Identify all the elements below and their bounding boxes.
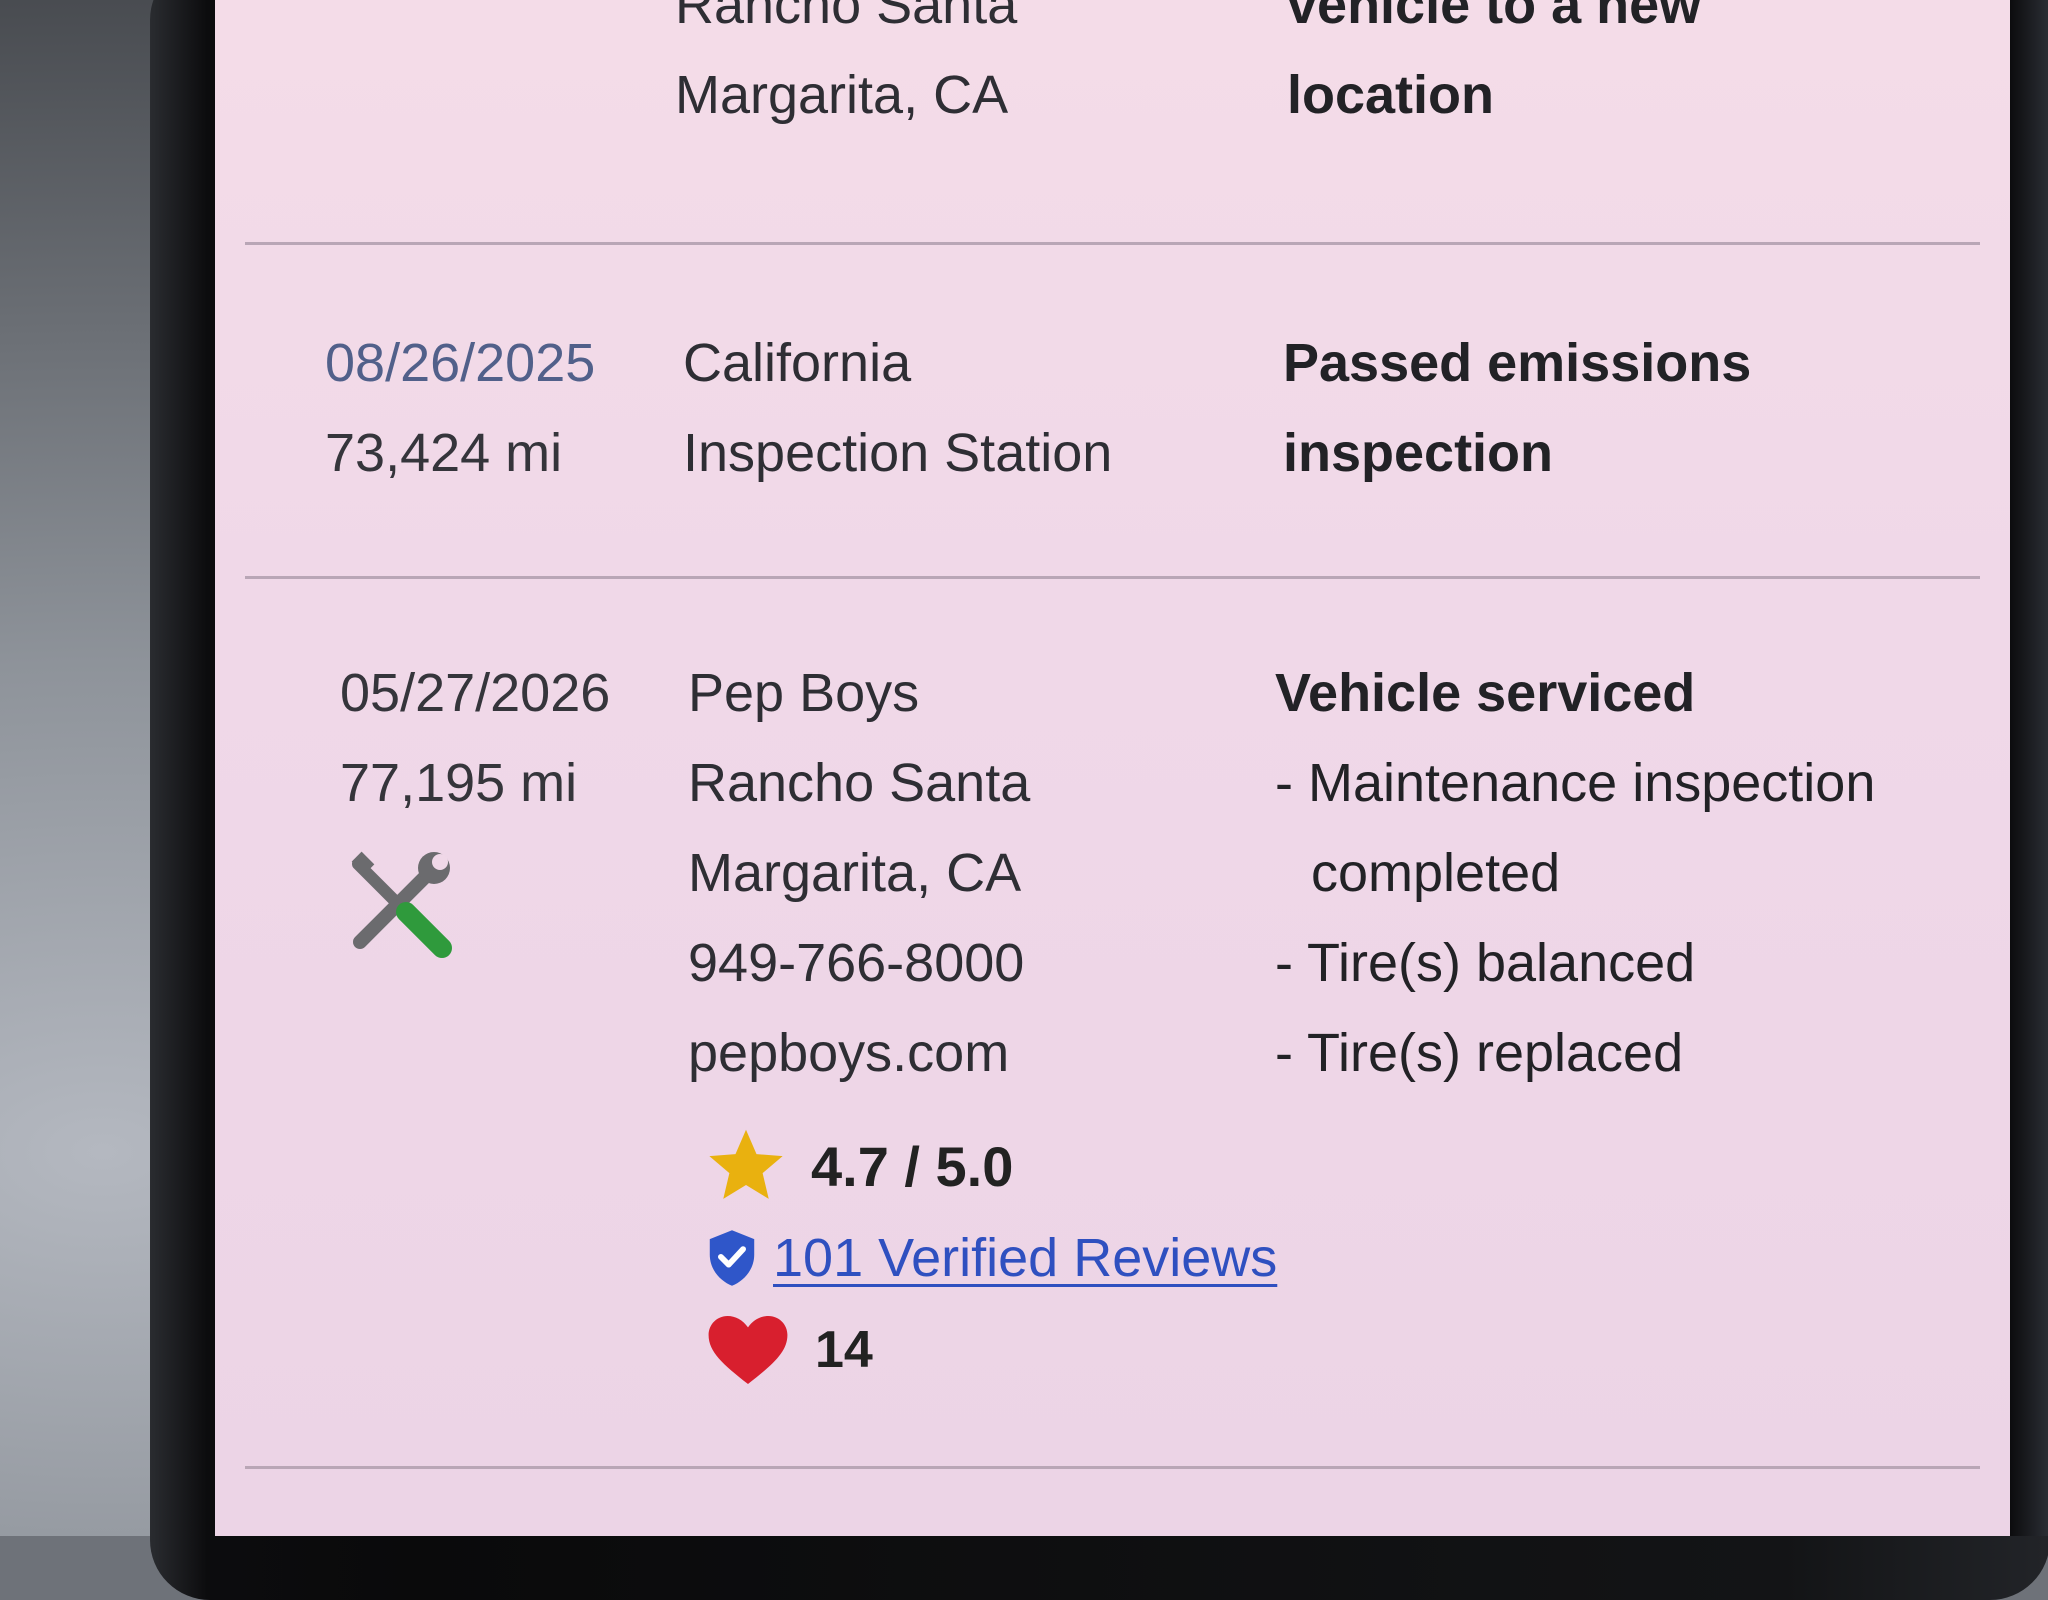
favorites-row[interactable]: 14 [705,1304,1277,1396]
source-line: Margarita, CA [675,65,1009,125]
record-divider [245,576,1980,579]
record-date: 08/26/2025 [325,333,596,393]
rating-row: 4.7 / 5.0 [705,1120,1277,1212]
record-source: California Inspection Station [683,318,1112,498]
shop-rating-block: 4.7 / 5.0 101 Verified Reviews 14 [705,1120,1277,1396]
service-item: - Maintenance inspection completed [1275,753,1876,903]
history-record: Rancho Santa Margarita, CA vehicle to a … [215,0,2010,242]
description-title-line: location [1287,65,1495,125]
record-description: vehicle to a new location [1287,0,1701,140]
tools-icon [351,851,452,958]
shop-state: Margarita, CA [688,843,1022,903]
shop-name: Pep Boys [688,663,920,723]
record-date-mileage: 05/27/2026 77,195 mi [340,648,610,966]
source-line: California [683,333,912,393]
record-date-mileage: 08/26/2025 73,424 mi [325,318,595,498]
history-record: 08/26/2025 73,424 mi California Inspecti… [215,318,2010,568]
reviews-row[interactable]: 101 Verified Reviews [705,1212,1277,1304]
shop-website-link[interactable]: pepboys.com [688,1008,1030,1098]
description-title: Vehicle serviced [1275,663,1696,723]
phone-bezel-right [2010,0,2048,1536]
shield-check-icon [709,1230,755,1286]
description-title-line: Passed emissions [1283,333,1752,393]
source-line: Rancho Santa [675,0,1018,35]
verified-reviews-link[interactable]: 101 Verified Reviews [773,1227,1277,1289]
heart-icon[interactable] [705,1312,791,1388]
record-description: Passed emissions inspection [1283,318,1751,498]
shop-phone-link[interactable]: 949-766-8000 [688,918,1030,1008]
record-mileage: 77,195 mi [340,753,578,813]
record-source: Pep Boys Rancho Santa Margarita, CA 949-… [688,648,1030,1098]
description-title-line: vehicle to a new [1287,0,1702,35]
record-source: Rancho Santa Margarita, CA [675,0,1017,140]
record-mileage: 73,424 mi [325,423,563,483]
shop-city: Rancho Santa [688,753,1031,813]
service-item: - Tire(s) balanced [1275,933,1696,993]
description-title-line: inspection [1283,423,1554,483]
source-line: Inspection Station [683,423,1113,483]
record-date: 05/27/2026 [340,663,611,723]
service-items: - Maintenance inspection completed - Tir… [1275,738,1895,1098]
favorites-count: 14 [815,1321,873,1379]
rating-score: 4.7 / 5.0 [811,1134,1014,1198]
service-history-screen[interactable]: Rancho Santa Margarita, CA vehicle to a … [215,0,2010,1536]
record-divider [245,242,1980,245]
record-divider [245,1466,1980,1469]
service-item: - Tire(s) replaced [1275,1023,1684,1083]
star-icon [709,1129,783,1199]
record-description: Vehicle serviced - Maintenance inspectio… [1275,648,1895,1098]
